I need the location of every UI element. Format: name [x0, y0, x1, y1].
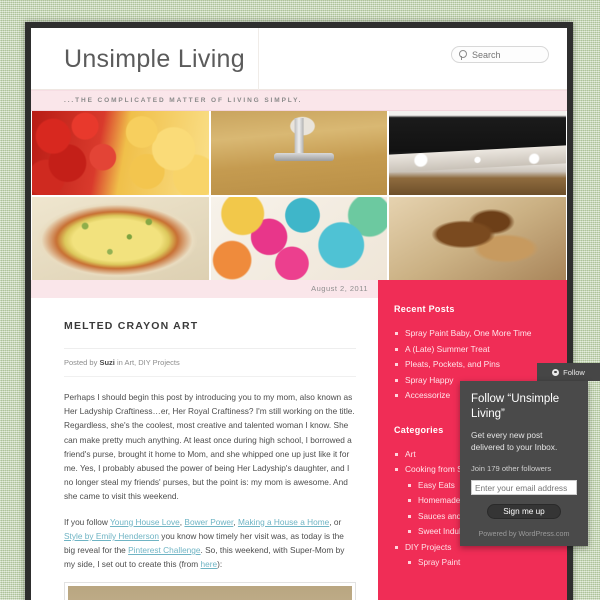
post-paragraph-2: If you follow Young House Love, Bower Po… [64, 515, 356, 572]
crayon-art-wall [68, 586, 352, 600]
post-date: August 2, 2011 [31, 280, 378, 298]
follow-popup: Follow “Unsimple Living” Get every new p… [460, 381, 588, 546]
banner-image-waffle[interactable] [389, 197, 566, 280]
follow-popup-title: Follow “Unsimple Living” [471, 393, 560, 420]
category-label[interactable]: Art [405, 449, 416, 459]
banner-image-floral-fabric[interactable] [210, 197, 388, 280]
post-image-crayon-art[interactable] [64, 582, 356, 600]
post-body: Perhaps I should begin this post by intr… [64, 377, 356, 600]
link-pinterest-challenge[interactable]: Pinterest Challenge [128, 545, 200, 555]
post-title[interactable]: MELTED CRAYON ART [64, 320, 356, 349]
post-paragraph-1: Perhaps I should begin this post by intr… [64, 392, 355, 502]
link-here[interactable]: here [201, 559, 218, 569]
link-style-by-emily-henderson[interactable]: Style by Emily Henderson [64, 531, 159, 541]
p2-text-1: If you follow [64, 516, 110, 527]
search-input[interactable] [472, 49, 544, 60]
banner-image-strawberries-peaches[interactable] [32, 111, 209, 195]
link-bower-power[interactable]: Bower Power [184, 517, 233, 527]
subcategory-list: Spray Paint [405, 556, 567, 570]
post-meta-suffix: in Art, DIY Projects [114, 358, 180, 367]
p2-sep-3: , or [329, 516, 342, 527]
powered-by-label: Powered by WordPress.com [478, 529, 570, 538]
tagline-bar: ...THE COMPLICATED MATTER OF LIVING SIMP… [31, 90, 567, 111]
email-field[interactable] [471, 480, 577, 495]
link-making-a-house-a-home[interactable]: Making a House a Home [238, 517, 329, 527]
post-meta-prefix: Posted by [64, 358, 100, 367]
wordpress-follow-icon [552, 368, 560, 376]
site-tagline: ...THE COMPLICATED MATTER OF LIVING SIMP… [64, 97, 303, 104]
search-box[interactable] [451, 46, 549, 63]
site-title[interactable]: Unsimple Living [64, 45, 245, 74]
post-meta: Posted by Suzi in Art, DIY Projects [64, 349, 356, 377]
banner-image-wood-hardware[interactable] [210, 111, 388, 195]
link-young-house-love[interactable]: Young House Love [110, 517, 180, 527]
banner-image-black-fabric[interactable] [389, 111, 566, 195]
site-header: Unsimple Living [31, 28, 567, 90]
main-column: August 2, 2011 MELTED CRAYON ART Posted … [31, 280, 378, 600]
post-author[interactable]: Suzi [99, 358, 114, 367]
recent-posts-title: Recent Posts [394, 304, 455, 314]
category-label[interactable]: DIY Projects [405, 542, 451, 552]
banner-collage [31, 111, 567, 280]
p2-text-4: ): [217, 559, 223, 570]
follow-popup-count: Join 179 other followers [471, 464, 552, 473]
follow-popup-subtitle: Get every new post delivered to your Inb… [471, 430, 558, 452]
list-item[interactable]: Spray Paint [405, 556, 567, 570]
sign-me-up-button[interactable]: Sign me up [487, 504, 561, 519]
list-item[interactable]: A (Late) Summer Treat [394, 343, 567, 357]
follow-tab-label: Follow [563, 367, 585, 377]
follow-tab-button[interactable]: Follow [537, 363, 600, 381]
search-icon [459, 50, 468, 59]
header-divider [258, 28, 259, 90]
list-item[interactable]: Spray Paint Baby, One More Time [394, 327, 567, 341]
post-article: MELTED CRAYON ART Posted by Suzi in Art,… [31, 298, 378, 600]
banner-image-pizza[interactable] [32, 197, 209, 280]
